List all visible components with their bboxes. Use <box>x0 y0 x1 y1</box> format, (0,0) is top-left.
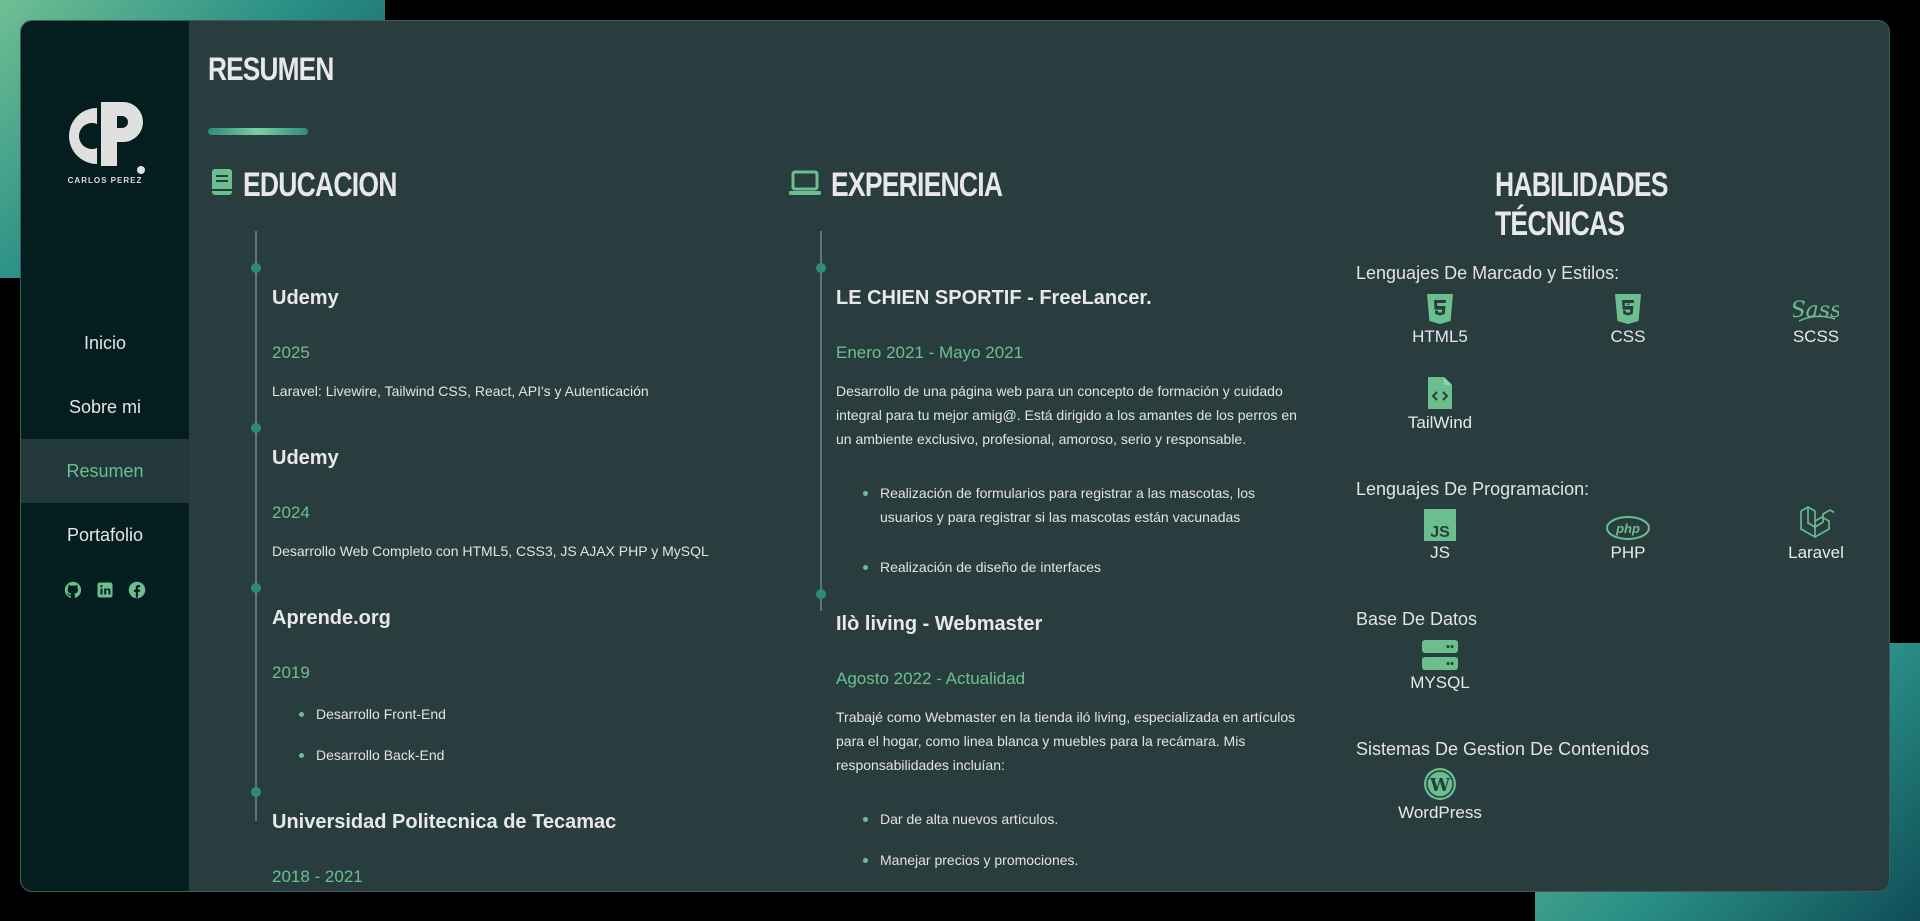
description-line: un ambiente exclusivo, profesional, amor… <box>836 431 1247 447</box>
html5-icon <box>1380 289 1500 325</box>
logo-text: CARLOS PEREZ <box>67 176 143 185</box>
experience-bullet: Dar de alta nuevos artículos. <box>862 807 1058 831</box>
education-description: Desarrollo Web Completo con HTML5, CSS3,… <box>272 543 709 559</box>
skill-php: php PHP <box>1568 505 1688 563</box>
skill-label: CSS <box>1610 327 1646 346</box>
timeline-dot <box>251 423 261 433</box>
education-bullet: Desarrollo Front-End <box>299 702 446 726</box>
nav-item-inicio[interactable]: Inicio <box>21 311 189 375</box>
timeline-dot <box>816 589 826 599</box>
skill-category: Base De Datos <box>1356 609 1478 629</box>
cp-logo-icon <box>69 102 145 174</box>
education-date: 2018 - 2021 <box>272 867 363 886</box>
skill-tailwind: TailWind <box>1380 375 1500 433</box>
skill-laravel: Laravel <box>1756 505 1876 563</box>
experience-bullet: Realización de diseño de interfaces <box>862 555 1101 579</box>
education-institution: Udemy <box>272 287 339 309</box>
skill-css: 3 CSS <box>1568 289 1688 347</box>
experience-description: Trabajé como Webmaster en la tienda iló … <box>836 705 1295 777</box>
education-heading: EDUCACION <box>211 166 440 205</box>
github-icon[interactable] <box>64 581 82 599</box>
database-server-icon <box>1380 635 1500 671</box>
skill-category: Lenguajes De Marcado y Estilos: <box>1356 263 1620 283</box>
skill-category: Lenguajes De Programacion: <box>1356 479 1590 499</box>
skill-wordpress: W WordPress <box>1380 765 1500 823</box>
main-content: RESUMEN EDUCACION Udemy 2025 Laravel: Li… <box>189 21 1889 891</box>
timeline-dot <box>251 583 261 593</box>
education-institution: Udemy <box>272 447 339 469</box>
experience-heading-text: EXPERIENCIA <box>831 166 1003 204</box>
education-bullet: Desarrollo Back-End <box>298 743 444 767</box>
skill-label: HTML5 <box>1412 327 1468 346</box>
education-heading-text: EDUCACION <box>243 166 397 204</box>
sass-icon: Sass <box>1756 289 1876 325</box>
experience-description: Desarrollo de una página web para un con… <box>836 379 1297 451</box>
description-line: responsabilidades incluían: <box>836 757 1005 773</box>
laravel-icon <box>1756 505 1876 541</box>
education-institution: Aprende.org <box>272 607 391 629</box>
skill-label: MYSQL <box>1410 673 1470 692</box>
skills-heading: HABILIDADES TÉCNICAS <box>1495 166 1889 244</box>
timeline-dot <box>251 787 261 797</box>
skill-mysql: MYSQL <box>1380 635 1500 693</box>
js-icon: JS <box>1380 505 1500 541</box>
skills-heading-text: HABILIDADES TÉCNICAS <box>1495 166 1668 243</box>
bullet-line: usuarios y para registrar si las mascota… <box>880 509 1241 525</box>
linkedin-icon[interactable] <box>96 581 114 599</box>
css3-icon: 3 <box>1568 289 1688 325</box>
svg-text:php: php <box>1615 521 1640 536</box>
timeline-dot <box>251 263 261 273</box>
experience-timeline <box>820 231 822 611</box>
experience-title: Ilò living - Webmaster <box>836 613 1043 635</box>
experience-heading: EXPERIENCIA <box>789 166 1051 205</box>
title-underline <box>208 128 308 135</box>
svg-text:JS: JS <box>1430 524 1450 541</box>
timeline-dot <box>816 263 826 273</box>
main-nav: Inicio Sobre mi Resumen Portafolio <box>21 311 189 567</box>
description-line: Desarrollo de una página web para un con… <box>836 383 1283 399</box>
page-title: RESUMEN <box>208 51 334 87</box>
nav-item-portafolio[interactable]: Portafolio <box>21 503 189 567</box>
facebook-icon[interactable] <box>128 581 146 599</box>
php-icon: php <box>1568 505 1688 541</box>
skill-html5: HTML5 <box>1380 289 1500 347</box>
experience-bullet: Realización de formularios para registra… <box>862 481 1256 529</box>
nav-item-resumen[interactable]: Resumen <box>21 439 189 503</box>
skill-label: TailWind <box>1407 413 1473 432</box>
social-links <box>21 581 189 599</box>
sidebar: CARLOS PEREZ Inicio Sobre mi Resumen Por… <box>21 21 189 891</box>
skill-label: JS <box>1430 543 1450 562</box>
skill-js: JS JS <box>1380 505 1500 563</box>
skill-label: PHP <box>1610 543 1646 562</box>
skill-label: SCSS <box>1792 327 1840 346</box>
skill-category: Sistemas De Gestion De Contenidos <box>1356 739 1650 759</box>
education-date: 2024 <box>272 503 310 522</box>
svg-text:Sass: Sass <box>1793 298 1839 323</box>
experience-date: Agosto 2022 - Actualidad <box>836 669 1026 688</box>
skill-label: Laravel <box>1788 543 1844 562</box>
bullet-line: Realización de formularios para registra… <box>880 485 1256 501</box>
education-description: Laravel: Livewire, Tailwind CSS, React, … <box>272 383 649 399</box>
skill-label: WordPress <box>1398 803 1482 822</box>
education-date: 2025 <box>272 343 310 362</box>
code-file-icon <box>1380 375 1500 411</box>
svg-text:W: W <box>1429 775 1451 796</box>
education-institution: Universidad Politecnica de Tecamac <box>272 811 617 833</box>
experience-bullet: Manejar precios y promociones. <box>862 848 1078 872</box>
app-window: CARLOS PEREZ Inicio Sobre mi Resumen Por… <box>20 20 1890 892</box>
education-date: 2019 <box>272 663 310 682</box>
nav-item-sobre-mi[interactable]: Sobre mi <box>21 375 189 439</box>
education-timeline <box>255 231 257 821</box>
book-icon <box>211 166 233 205</box>
description-line: para el hogar, como linea blanca y muebl… <box>836 733 1246 749</box>
skill-scss: Sass SCSS <box>1756 289 1876 347</box>
description-line: Trabajé como Webmaster en la tienda iló … <box>836 709 1296 725</box>
experience-date: Enero 2021 - Mayo 2021 <box>836 343 1024 362</box>
description-line: integral para tu mejor amig@. Está dirig… <box>836 407 1297 423</box>
logo[interactable]: CARLOS PEREZ <box>57 96 153 196</box>
experience-title: LE CHIEN SPORTIF - FreeLancer. <box>836 287 1152 309</box>
wordpress-icon: W <box>1380 765 1500 801</box>
laptop-icon <box>789 166 821 205</box>
